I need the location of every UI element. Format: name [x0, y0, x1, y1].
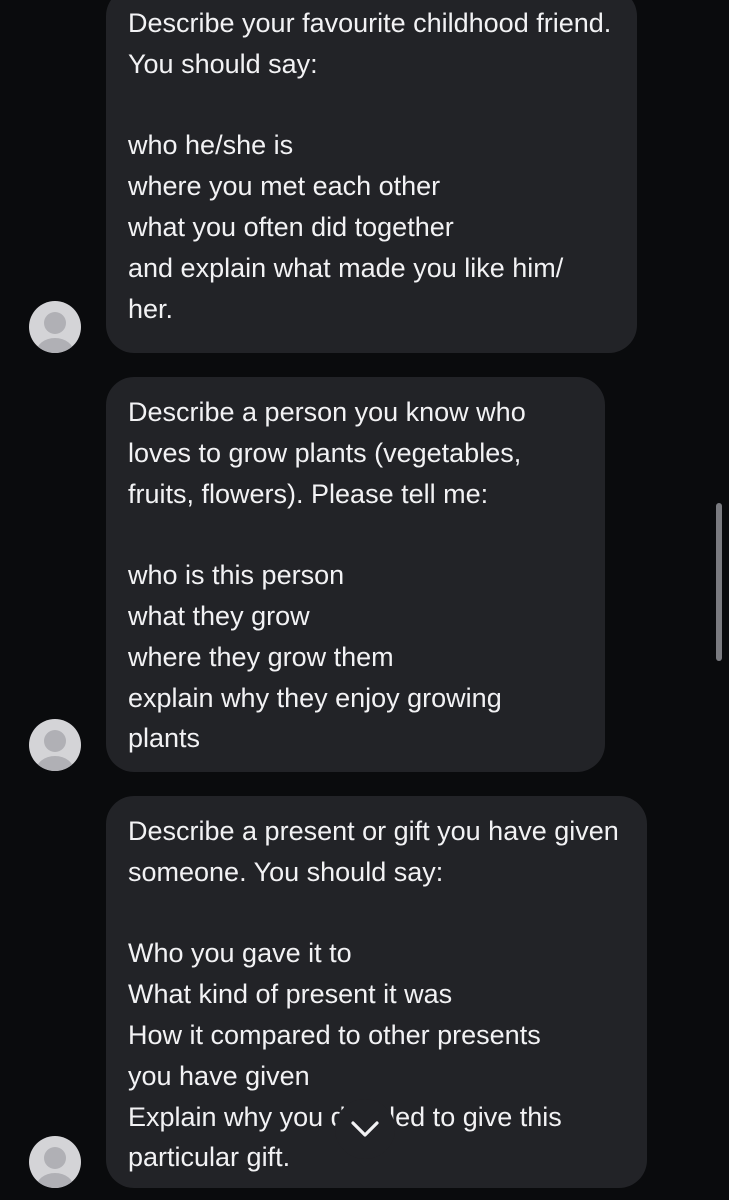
avatar-shoulders [36, 756, 74, 771]
avatar-shoulders [36, 1173, 74, 1188]
avatar-head [44, 312, 66, 334]
chat-thread[interactable]: Describe your favourite childhood friend… [0, 0, 729, 1200]
scrollbar-thumb[interactable] [716, 503, 722, 661]
user-avatar-icon[interactable] [29, 301, 81, 353]
user-avatar-icon[interactable] [29, 719, 81, 771]
avatar-head [44, 730, 66, 752]
avatar-shoulders [36, 338, 74, 353]
chevron-down-icon [351, 1121, 379, 1137]
message-bubble[interactable]: Describe a person you know who loves to … [106, 377, 605, 772]
scroll-to-bottom-button[interactable] [335, 1099, 395, 1159]
avatar-head [44, 1147, 66, 1169]
message-bubble[interactable]: Describe your favourite childhood friend… [106, 0, 637, 353]
user-avatar-icon[interactable] [29, 1136, 81, 1188]
